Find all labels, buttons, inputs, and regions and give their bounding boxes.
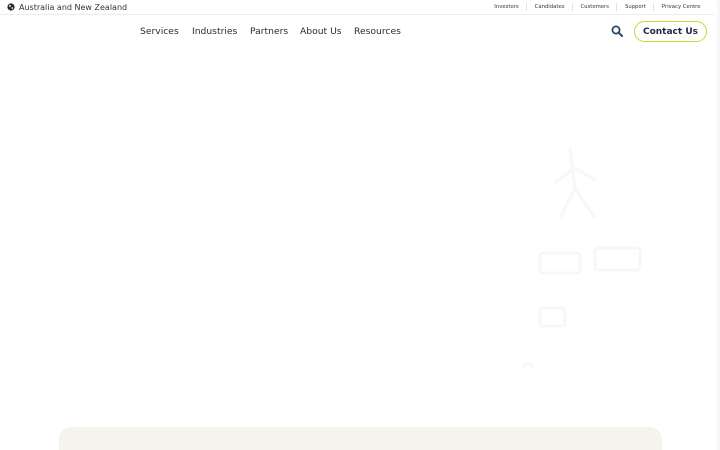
globe-icon	[7, 3, 15, 11]
utility-link-privacy-centre[interactable]: Privacy Centre	[653, 3, 708, 11]
contact-us-button[interactable]: Contact Us	[634, 21, 707, 42]
utility-links: Investors Candidates Customers Support P…	[487, 0, 715, 15]
nav-item-industries[interactable]: Industries	[192, 26, 237, 37]
content-panel	[59, 427, 662, 450]
utility-link-customers[interactable]: Customers	[571, 3, 617, 11]
nav-item-resources[interactable]: Resources	[354, 26, 401, 37]
utility-link-candidates[interactable]: Candidates	[526, 3, 572, 11]
nav-item-services[interactable]: Services	[140, 26, 179, 37]
scrollbar-gutter	[715, 0, 720, 450]
utility-link-support[interactable]: Support	[616, 3, 653, 11]
hero-illustration	[522, 147, 642, 368]
nav-item-about-us[interactable]: About Us	[300, 26, 342, 37]
main-navigation: Services Industries Partners About Us Re…	[0, 15, 715, 48]
region-label: Australia and New Zealand	[19, 2, 128, 12]
utility-link-investors[interactable]: Investors	[487, 3, 526, 11]
region-selector[interactable]: Australia and New Zealand	[0, 3, 127, 12]
search-icon[interactable]	[611, 25, 623, 37]
hero-section	[0, 48, 715, 420]
nav-item-partners[interactable]: Partners	[250, 26, 288, 37]
utility-bar: Australia and New Zealand Investors Cand…	[0, 0, 715, 15]
